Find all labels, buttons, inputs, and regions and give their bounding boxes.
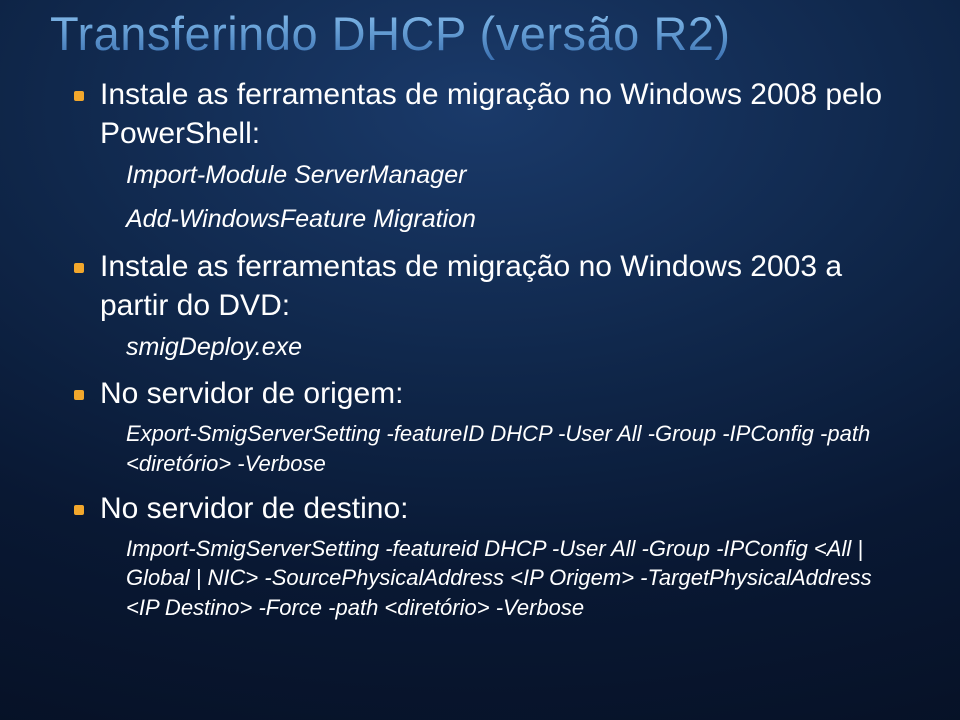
sub-line: Import-Module ServerManager [70,159,910,193]
sub-line: smigDeploy.exe [70,331,910,365]
bullet-text: No servidor de destino: [100,492,409,525]
bullet-item: No servidor de destino: [70,489,910,528]
bullet-text: No servidor de origem: [100,377,403,410]
code-line: Export-SmigServerSetting -featureID DHCP… [70,419,910,478]
bullet-list: Instale as ferramentas de migração no Wi… [70,75,910,623]
bullet-text: Instale as ferramentas de migração no Wi… [100,78,882,150]
bullet-text: Instale as ferramentas de migração no Wi… [100,250,842,322]
code-line: Import-SmigServerSetting -featureid DHCP… [70,534,910,623]
bullet-item: Instale as ferramentas de migração no Wi… [70,75,910,153]
slide-content: Transferindo DHCP (versão R2) Instale as… [0,0,960,623]
slide-title: Transferindo DHCP (versão R2) [50,0,910,61]
sub-line: Add-WindowsFeature Migration [70,203,910,237]
bullet-item: No servidor de origem: [70,374,910,413]
bullet-item: Instale as ferramentas de migração no Wi… [70,247,910,325]
